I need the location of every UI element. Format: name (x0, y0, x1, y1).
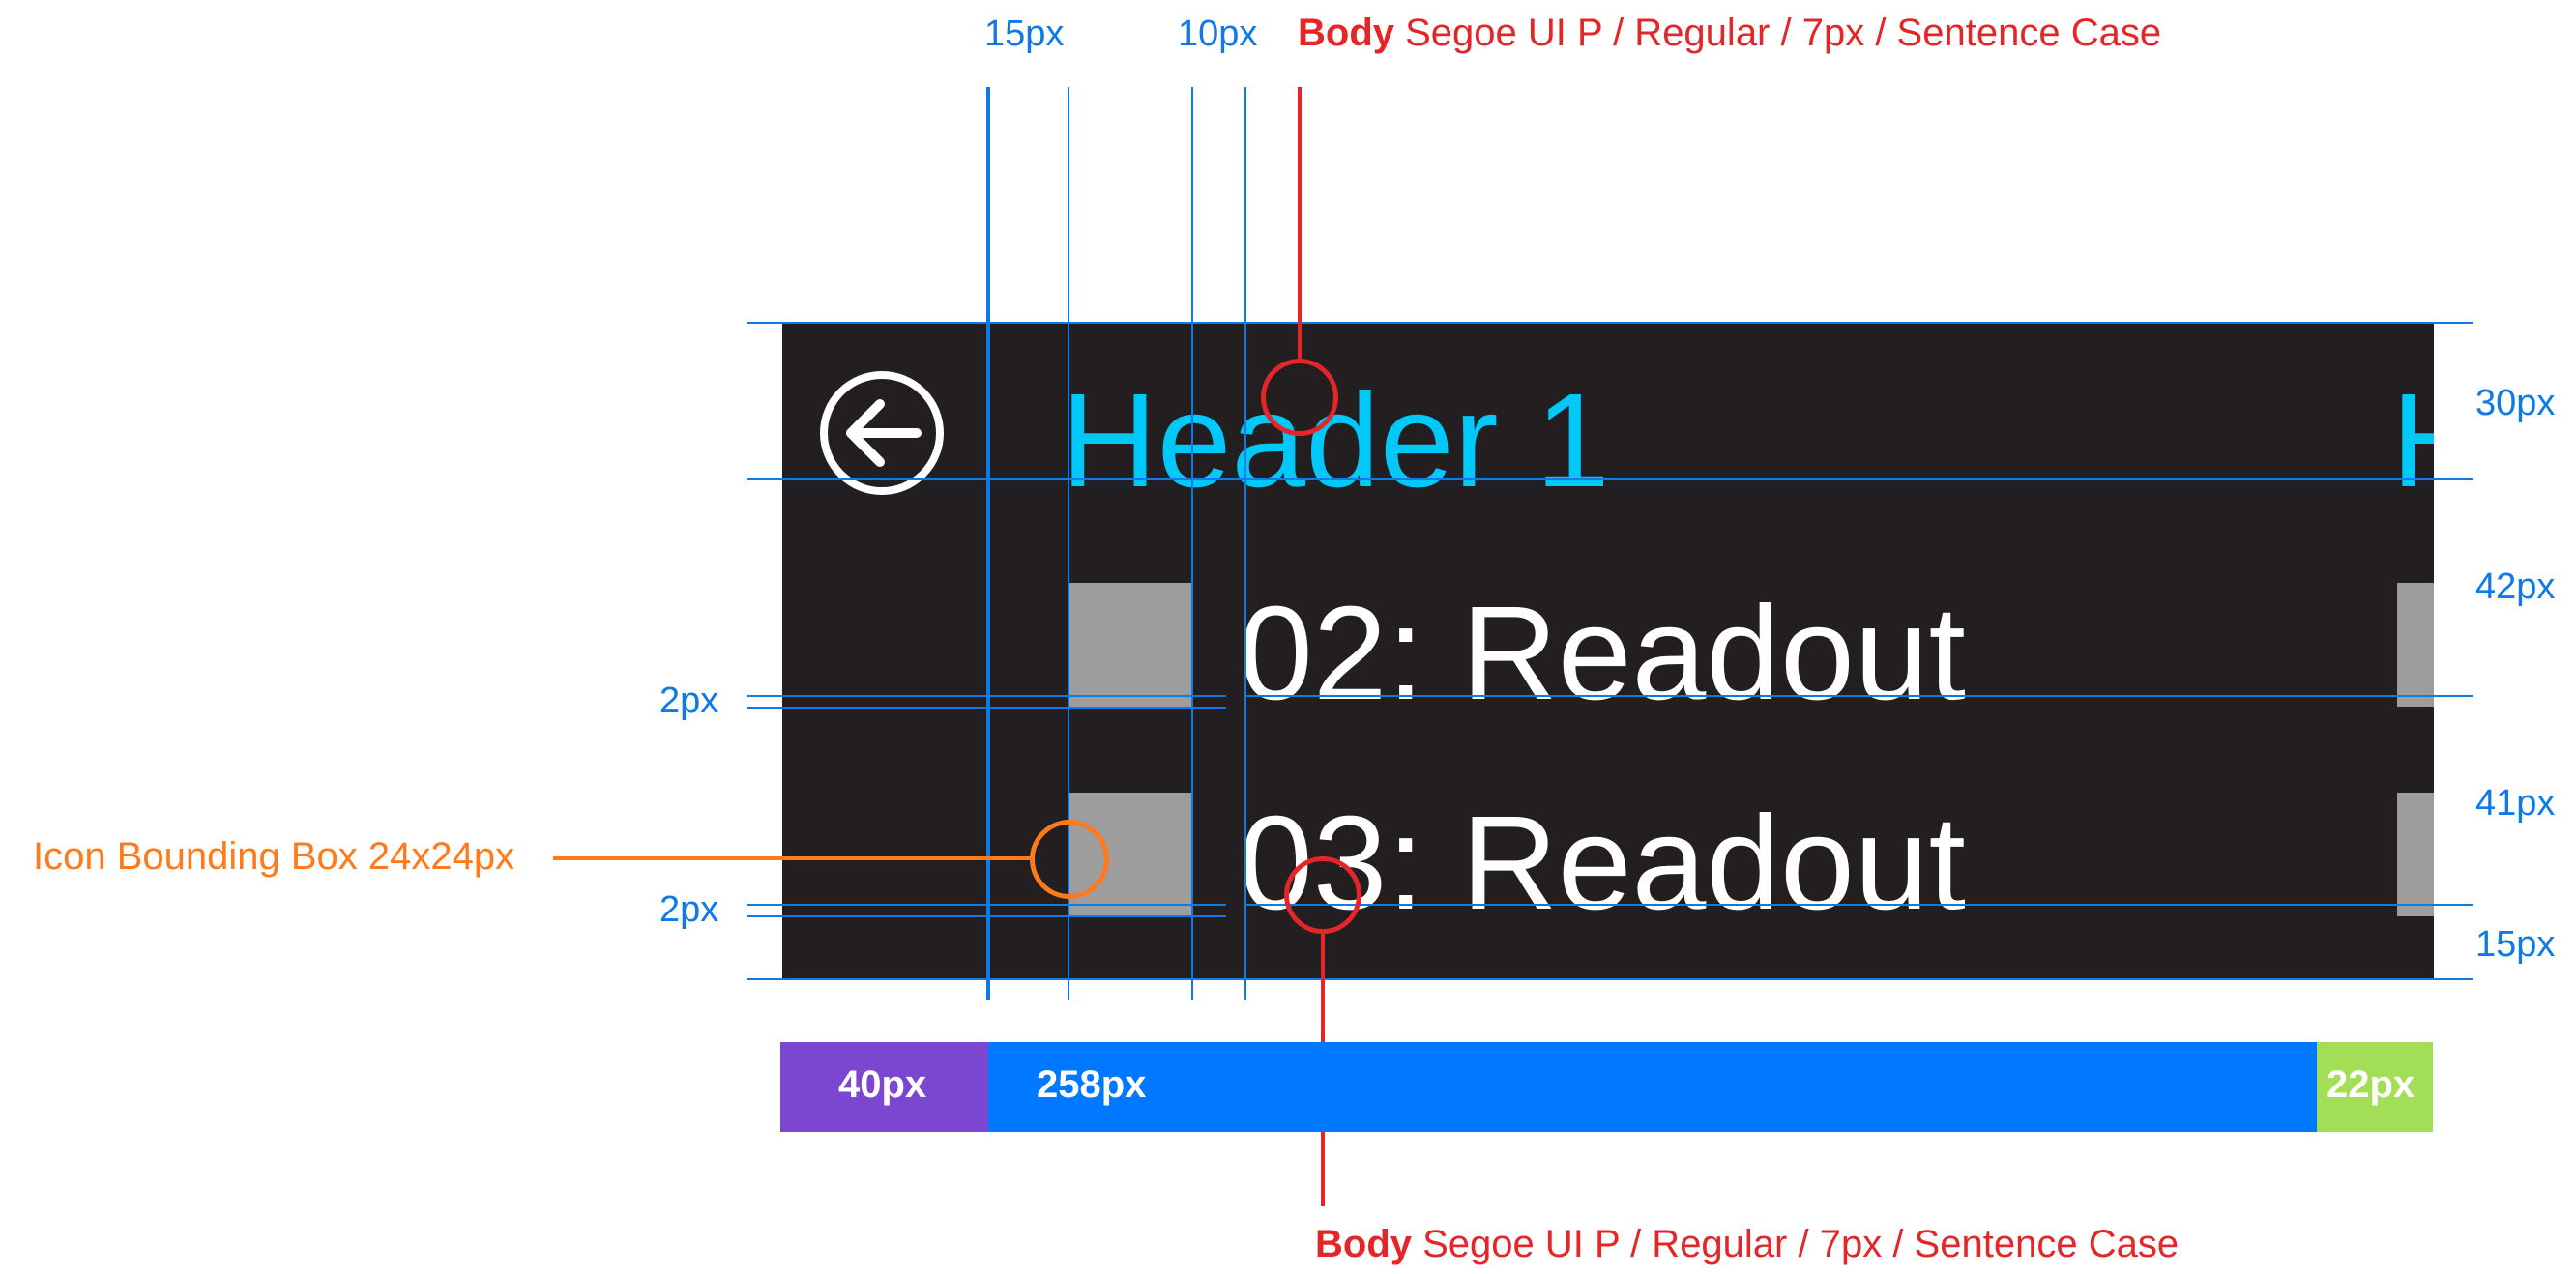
guide-line-horizontal (1244, 904, 2473, 906)
device-panel: Header 1 H 02: Readout 03: Readout (782, 322, 2434, 979)
guide-line-horizontal (747, 322, 2473, 324)
body-spec-callout-top: Body Segoe UI P / Regular / 7px / Senten… (1298, 14, 2161, 52)
back-arrow-icon (820, 371, 944, 495)
width-segment-left-margin: 40px (780, 1042, 988, 1132)
back-button[interactable] (820, 371, 944, 495)
callout-leader-line (553, 856, 1031, 860)
dimension-label: 42px (2475, 566, 2556, 607)
dimension-label: 41px (2475, 783, 2556, 824)
dimension-label: 15px (2475, 924, 2556, 965)
next-page-header-peek: H (2391, 374, 2434, 507)
guide-line-vertical (1191, 87, 1193, 1000)
callout-leader-line (1298, 87, 1302, 360)
placeholder-square-icon (1068, 583, 1192, 707)
body-spec-callout-bottom: Body Segoe UI P / Regular / 7px / Senten… (1315, 1225, 2179, 1263)
width-segment-label: 40px (838, 1063, 927, 1106)
width-segment-content: 258px (988, 1042, 2317, 1132)
dimension-label: 15px (984, 14, 1065, 54)
placeholder-square-icon (2397, 583, 2434, 707)
list-item-label: 02: Readout (1239, 579, 1966, 728)
callout-marker (1030, 820, 1109, 899)
dimension-label: 10px (1178, 14, 1258, 54)
spec-bold-label: Body (1298, 12, 1394, 54)
guide-line-horizontal (747, 695, 1226, 697)
guide-line-vertical (1244, 87, 1246, 1000)
guide-line-horizontal (747, 915, 1226, 917)
width-segment-label: 22px (2327, 1063, 2415, 1106)
width-segment-right-margin: 22px (2317, 1042, 2433, 1132)
guide-line-horizontal (747, 478, 2473, 480)
callout-marker (1261, 359, 1338, 436)
guide-line-horizontal (747, 707, 1226, 709)
dimension-label: 2px (659, 680, 719, 721)
guide-line-vertical (986, 87, 990, 1000)
icon-bbox-callout: Icon Bounding Box 24x24px (33, 835, 515, 878)
spec-text: Segoe UI P / Regular / 7px / Sentence Ca… (1412, 1223, 2180, 1265)
guide-line-horizontal (747, 978, 2473, 980)
placeholder-square-icon (2397, 793, 2434, 916)
callout-marker (1284, 856, 1361, 934)
width-segment-label: 258px (1037, 1063, 1147, 1106)
guide-line-horizontal (747, 904, 1226, 906)
spec-text: Segoe UI P / Regular / 7px / Sentence Ca… (1394, 12, 2162, 54)
dimension-label: 2px (659, 889, 719, 930)
guide-line-horizontal (1244, 695, 2473, 697)
dimension-label: 30px (2475, 383, 2556, 423)
spec-bold-label: Body (1315, 1223, 1412, 1265)
